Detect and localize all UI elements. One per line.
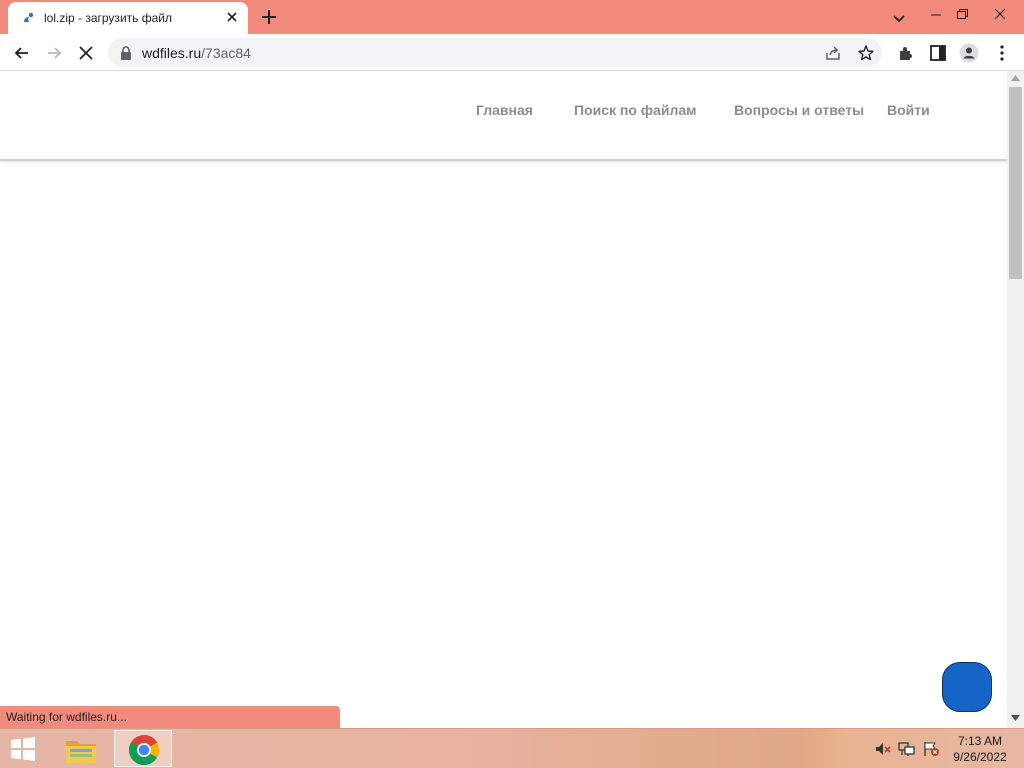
windows-taskbar: 7:13 AM 9/26/2022 <box>0 728 1024 768</box>
system-clock[interactable]: 7:13 AM 9/26/2022 <box>946 733 1014 765</box>
file-explorer-icon[interactable] <box>60 733 102 767</box>
volume-muted-icon[interactable] <box>874 741 892 757</box>
scroll-up-arrow-icon[interactable] <box>1011 75 1020 81</box>
clock-time: 7:13 AM <box>957 734 1003 748</box>
extensions-icon[interactable] <box>896 43 916 63</box>
address-bar[interactable]: wdfiles.ru/73ac84 <box>108 38 882 67</box>
network-icon[interactable] <box>898 741 916 757</box>
lock-icon[interactable] <box>120 46 132 60</box>
profile-icon[interactable] <box>959 43 979 63</box>
side-panel-icon[interactable] <box>928 43 948 63</box>
chat-widget-button[interactable] <box>942 662 992 712</box>
url-text[interactable]: wdfiles.ru/73ac84 <box>142 45 251 61</box>
new-tab-icon[interactable] <box>260 8 278 26</box>
page-viewport: Главная Поиск по файлам Вопросы и ответы… <box>0 71 1007 728</box>
tab-search-icon[interactable] <box>889 8 909 28</box>
share-icon[interactable] <box>824 44 842 62</box>
url-domain: wdfiles.ru <box>142 45 202 61</box>
menu-icon[interactable] <box>992 43 1012 63</box>
status-bubble: Waiting for wdfiles.ru... <box>0 706 340 728</box>
forward-icon[interactable] <box>44 43 64 63</box>
nav-login-label: Войти <box>887 102 930 118</box>
taskbar-chrome-button[interactable] <box>114 730 172 767</box>
nav-home-label: Главная <box>476 102 533 118</box>
windows-start-icon[interactable] <box>8 737 38 761</box>
browser-tab[interactable]: lol.zip - загрузить файл <box>8 2 248 34</box>
clock-date: 9/26/2022 <box>953 750 1007 764</box>
restore-window-icon[interactable] <box>952 4 972 24</box>
chrome-icon <box>128 735 160 766</box>
nav-file-search-label: Поиск по файлам <box>574 102 697 118</box>
scrollbar-thumb[interactable] <box>1009 87 1022 279</box>
nav-file-search[interactable]: Поиск по файлам <box>574 102 696 118</box>
status-text: Waiting for wdfiles.ru... <box>6 710 127 724</box>
site-favicon-icon <box>24 12 34 22</box>
site-header: Главная Поиск по файлам Вопросы и ответы… <box>0 71 1007 161</box>
nav-home[interactable]: Главная <box>476 102 533 118</box>
tab-title: lol.zip - загрузить файл <box>44 11 172 25</box>
nav-login[interactable]: Войти <box>887 102 930 118</box>
nav-faq[interactable]: Вопросы и ответы <box>734 102 864 118</box>
url-path: /73ac84 <box>201 45 251 61</box>
vertical-scrollbar[interactable] <box>1007 71 1024 728</box>
browser-toolbar: wdfiles.ru/73ac84 <box>0 34 1024 71</box>
scroll-down-arrow-icon[interactable] <box>1011 715 1020 721</box>
minimize-window-icon[interactable] <box>926 4 946 24</box>
nav-faq-label: Вопросы и ответы <box>734 102 865 118</box>
close-tab-icon[interactable] <box>224 9 240 25</box>
tab-strip: lol.zip - загрузить файл <box>0 0 1024 34</box>
close-window-icon[interactable] <box>978 0 1022 28</box>
bookmark-star-icon[interactable] <box>857 44 875 62</box>
action-center-flag-icon[interactable] <box>922 741 940 757</box>
stop-loading-icon[interactable] <box>76 43 96 63</box>
back-icon[interactable] <box>12 43 32 63</box>
